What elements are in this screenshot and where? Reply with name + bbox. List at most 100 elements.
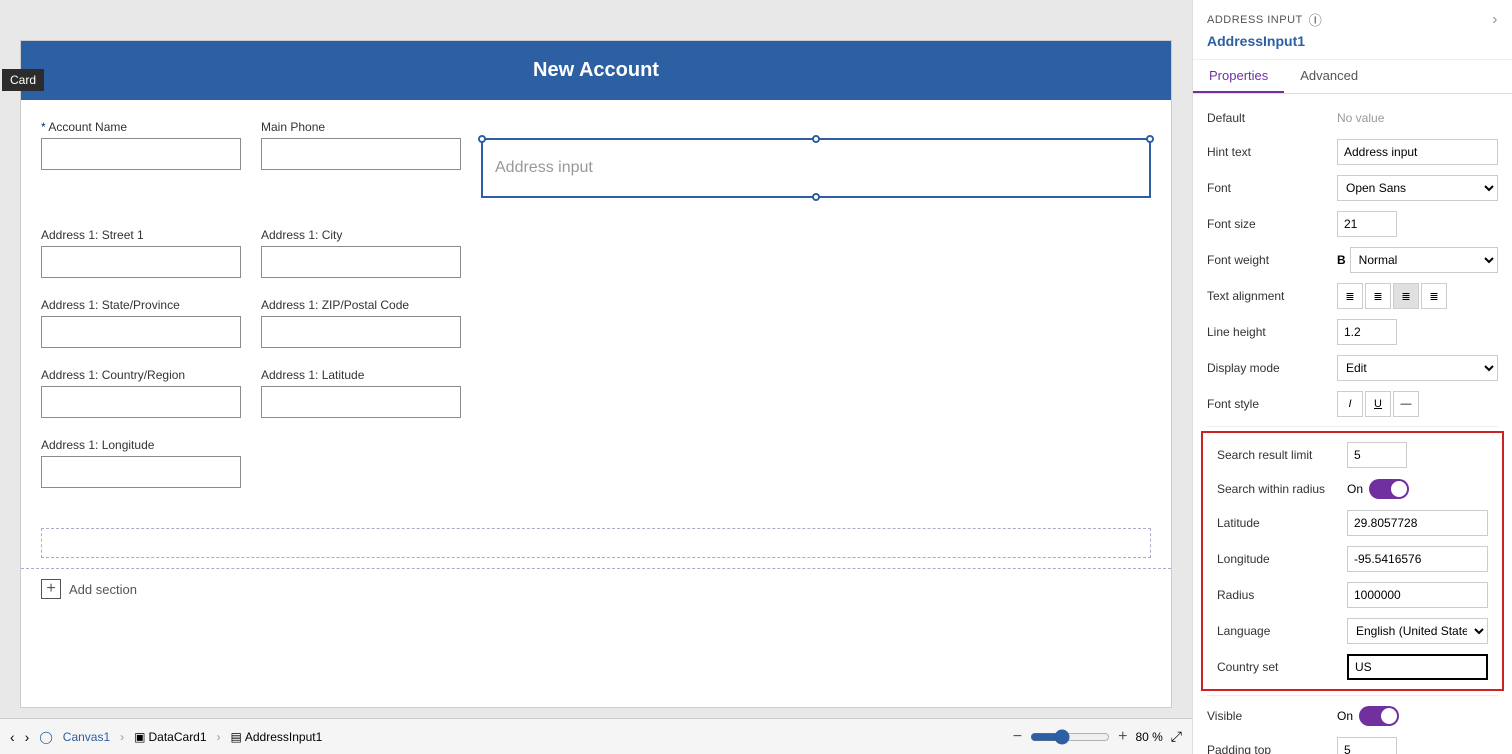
street1-input[interactable] bbox=[41, 246, 241, 278]
latitude-input[interactable] bbox=[1347, 510, 1488, 536]
prop-line-height: Line height bbox=[1193, 314, 1512, 350]
prop-latitude: Latitude bbox=[1203, 505, 1502, 541]
text-align-label: Text alignment bbox=[1207, 289, 1337, 303]
latitude-label: Latitude bbox=[1217, 516, 1347, 530]
main-phone-input[interactable] bbox=[261, 138, 461, 170]
back-btn[interactable]: ‹ bbox=[10, 729, 15, 745]
panel-close-btn[interactable]: › bbox=[1492, 11, 1498, 29]
expand-icon[interactable]: ⤢ bbox=[1171, 728, 1182, 745]
italic-btn[interactable]: I bbox=[1337, 391, 1363, 417]
prop-default: Default No value bbox=[1193, 102, 1512, 134]
hint-label: Hint text bbox=[1207, 145, 1337, 159]
longitude-input[interactable] bbox=[1347, 546, 1488, 572]
prop-text-align: Text alignment ≣ ≣ ≣ ≣ bbox=[1193, 278, 1512, 314]
canvas-breadcrumb[interactable]: Canvas1 bbox=[63, 730, 110, 744]
form-title: New Account bbox=[533, 59, 659, 81]
line-height-input[interactable] bbox=[1337, 319, 1397, 345]
right-panel: ADDRESS INPUT ⓘ › AddressInput1 Properti… bbox=[1192, 0, 1512, 754]
zoom-slider[interactable] bbox=[1030, 729, 1110, 745]
handle-tl[interactable] bbox=[478, 135, 486, 143]
form-body: Account Name Main Phone Address input bbox=[21, 100, 1171, 528]
visible-toggle[interactable] bbox=[1359, 706, 1399, 726]
form-container: New Account Account Name Main Phone bbox=[20, 40, 1172, 708]
add-section-btn[interactable]: + bbox=[41, 579, 61, 599]
tab-advanced[interactable]: Advanced bbox=[1284, 60, 1374, 93]
country-field: Address 1: Country/Region bbox=[41, 368, 241, 418]
line-height-label: Line height bbox=[1207, 325, 1337, 339]
language-select[interactable]: English (United States) bbox=[1347, 618, 1488, 644]
default-value: No value bbox=[1337, 111, 1384, 125]
main-phone-label: Main Phone bbox=[261, 120, 461, 134]
forward-btn[interactable]: › bbox=[25, 729, 30, 745]
country-input[interactable] bbox=[41, 386, 241, 418]
visible-label: Visible bbox=[1207, 709, 1337, 723]
tab-properties[interactable]: Properties bbox=[1193, 60, 1284, 93]
default-label: Default bbox=[1207, 111, 1337, 125]
zip-input[interactable] bbox=[261, 316, 461, 348]
prop-font-weight: Font weight B Normal bbox=[1193, 242, 1512, 278]
state-input[interactable] bbox=[41, 316, 241, 348]
font-size-input[interactable] bbox=[1337, 211, 1397, 237]
street1-label: Address 1: Street 1 bbox=[41, 228, 241, 242]
account-name-input[interactable] bbox=[41, 138, 241, 170]
account-name-field: Account Name bbox=[41, 120, 241, 170]
prop-visible: Visible On bbox=[1193, 700, 1512, 732]
account-name-label: Account Name bbox=[41, 120, 241, 134]
info-icon: ⓘ bbox=[1309, 10, 1323, 29]
search-radius-label: Search within radius bbox=[1217, 482, 1347, 496]
country-label: Address 1: Country/Region bbox=[41, 368, 241, 382]
language-label: Language bbox=[1217, 624, 1347, 638]
address-input-label[interactable]: AddressInput1 bbox=[245, 730, 322, 744]
search-radius-toggle-row: On bbox=[1347, 479, 1409, 499]
breadcrumb-sep2: › bbox=[217, 730, 221, 744]
hint-input[interactable] bbox=[1337, 139, 1498, 165]
lat-input[interactable] bbox=[261, 386, 461, 418]
zoom-level: 80 % bbox=[1135, 730, 1162, 744]
search-radius-toggle[interactable] bbox=[1369, 479, 1409, 499]
address-input-field[interactable]: Address input bbox=[481, 138, 1151, 198]
strikethrough-btn[interactable]: — bbox=[1393, 391, 1419, 417]
country-set-input[interactable] bbox=[1347, 654, 1488, 680]
add-section[interactable]: + Add section bbox=[21, 568, 1171, 609]
dashed-section bbox=[41, 528, 1151, 558]
font-weight-label: Font weight bbox=[1207, 253, 1337, 267]
align-buttons: ≣ ≣ ≣ ≣ bbox=[1337, 283, 1447, 309]
prop-font: Font Open Sans bbox=[1193, 170, 1512, 206]
address-input-breadcrumb: ▤ AddressInput1 bbox=[231, 730, 323, 744]
search-limit-input[interactable] bbox=[1347, 442, 1407, 468]
align-center-btn[interactable]: ≣ bbox=[1365, 283, 1391, 309]
padding-top-input[interactable] bbox=[1337, 737, 1397, 754]
handle-tr[interactable] bbox=[1146, 135, 1154, 143]
align-right-btn[interactable]: ≣ bbox=[1393, 283, 1419, 309]
address-input-container[interactable]: Address input bbox=[481, 138, 1151, 208]
underline-btn[interactable]: U bbox=[1365, 391, 1391, 417]
panel-tabs: Properties Advanced bbox=[1193, 60, 1512, 94]
panel-body: Default No value Hint text Font Open San… bbox=[1193, 94, 1512, 754]
align-left-btn[interactable]: ≣ bbox=[1337, 283, 1363, 309]
zoom-minus[interactable]: − bbox=[1013, 728, 1022, 746]
font-select[interactable]: Open Sans bbox=[1337, 175, 1498, 201]
prop-search-radius: Search within radius On bbox=[1203, 473, 1502, 505]
form-header: New Account bbox=[21, 41, 1171, 100]
zoom-plus[interactable]: + bbox=[1118, 728, 1127, 746]
handle-bm[interactable] bbox=[812, 193, 820, 201]
style-buttons: I U — bbox=[1337, 391, 1419, 417]
divider1 bbox=[1207, 426, 1498, 427]
city-label: Address 1: City bbox=[261, 228, 461, 242]
display-mode-select[interactable]: Edit bbox=[1337, 355, 1498, 381]
prop-language: Language English (United States) bbox=[1203, 613, 1502, 649]
align-justify-btn[interactable]: ≣ bbox=[1421, 283, 1447, 309]
address-input-icon: ▤ bbox=[231, 730, 242, 744]
datacard-label[interactable]: DataCard1 bbox=[149, 730, 207, 744]
prop-display-mode: Display mode Edit bbox=[1193, 350, 1512, 386]
font-style-label: Font style bbox=[1207, 397, 1337, 411]
lon-input[interactable] bbox=[41, 456, 241, 488]
radius-input[interactable] bbox=[1347, 582, 1488, 608]
city-input[interactable] bbox=[261, 246, 461, 278]
handle-tm[interactable] bbox=[812, 135, 820, 143]
highlighted-section: Search result limit Search within radius… bbox=[1201, 431, 1504, 691]
font-weight-select[interactable]: Normal bbox=[1350, 247, 1498, 273]
component-name: AddressInput1 bbox=[1207, 33, 1498, 49]
search-limit-label: Search result limit bbox=[1217, 448, 1347, 462]
font-size-label: Font size bbox=[1207, 217, 1337, 231]
